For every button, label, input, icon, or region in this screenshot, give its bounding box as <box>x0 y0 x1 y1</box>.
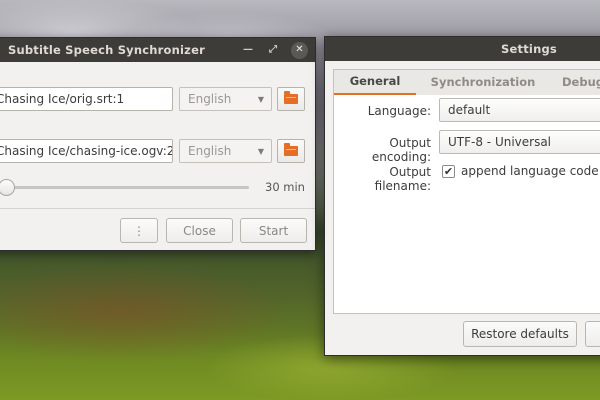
divider <box>0 208 315 209</box>
folder-icon <box>284 91 298 104</box>
subtitle-language-select[interactable]: English ▼ <box>179 87 272 111</box>
output-filename-label: Output filename: <box>374 165 431 193</box>
tab-debug[interactable]: Debug <box>550 69 600 95</box>
slider-value-label: 30 min <box>265 180 305 194</box>
subtitle-language-value: English <box>188 92 232 106</box>
max-distance-slider[interactable] <box>0 179 249 196</box>
slider-handle[interactable] <box>0 179 15 196</box>
output-encoding-label: Output encoding: <box>371 136 431 164</box>
audio-language-select[interactable]: English ▼ <box>179 139 272 163</box>
close-settings-button[interactable] <box>585 321 600 347</box>
settings-tabs: General Synchronization Debug <box>333 69 600 95</box>
chevron-down-icon: ▼ <box>257 94 264 104</box>
language-label: Language: <box>367 104 431 118</box>
audio-row: Chasing Ice/chasing-ice.ogv:2 English ▼ <box>0 139 305 163</box>
window-title: Settings <box>501 42 557 56</box>
minimize-icon[interactable]: — <box>241 43 255 57</box>
settings-window: Settings General Synchronization Debug L… <box>324 36 600 356</box>
tab-synchronization[interactable]: Synchronization <box>416 69 550 95</box>
audio-language-value: English <box>188 144 232 158</box>
close-button[interactable]: Close <box>166 218 233 243</box>
chevron-down-icon: ▼ <box>257 146 264 156</box>
more-vertical-icon: ⋮ <box>133 223 145 238</box>
start-button[interactable]: Start <box>240 218 307 243</box>
folder-icon <box>284 143 298 156</box>
language-select[interactable]: default <box>439 98 600 122</box>
output-encoding-select[interactable]: UTF-8 - Universal <box>439 130 600 154</box>
subtitle-row: Chasing Ice/orig.srt:1 English ▼ <box>0 87 305 111</box>
more-options-button[interactable]: ⋮ <box>120 218 158 243</box>
window-title: Subtitle Speech Synchronizer <box>8 43 205 57</box>
maximize-icon[interactable]: ⤢ <box>266 43 280 57</box>
settings-titlebar[interactable]: Settings <box>325 37 600 61</box>
audio-open-file-button[interactable] <box>277 139 305 163</box>
subtitle-path-field[interactable]: Chasing Ice/orig.srt:1 <box>0 87 173 111</box>
subtitle-sync-window: Subtitle Speech Synchronizer — ⤢ ✕ Chasi… <box>0 37 316 251</box>
subtitle-open-file-button[interactable] <box>277 87 305 111</box>
audio-path-field[interactable]: Chasing Ice/chasing-ice.ogv:2 <box>0 139 173 163</box>
append-language-checkbox[interactable]: ✔ <box>442 165 455 178</box>
tab-general[interactable]: General <box>334 69 416 95</box>
append-language-label: append language code <box>461 164 599 178</box>
restore-defaults-button[interactable]: Restore defaults <box>463 321 577 347</box>
subtitle-sync-titlebar[interactable]: Subtitle Speech Synchronizer — ⤢ ✕ <box>0 38 315 62</box>
close-icon[interactable]: ✕ <box>291 41 308 59</box>
checkmark-icon: ✔ <box>443 165 454 178</box>
